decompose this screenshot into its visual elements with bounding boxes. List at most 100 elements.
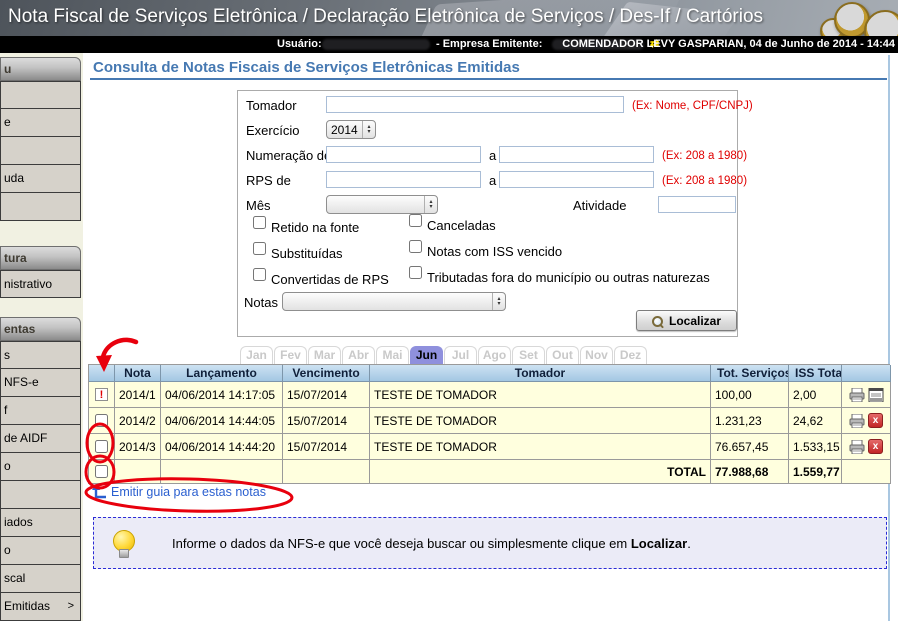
- convertidas-checkbox[interactable]: [253, 268, 266, 281]
- sidebar-item[interactable]: f: [0, 397, 81, 425]
- exercicio-select[interactable]: 2014 ▴▾: [326, 120, 376, 139]
- user-label: Usuário:: [277, 36, 322, 53]
- view-guia-icon[interactable]: [868, 388, 884, 402]
- row3-tot-servicos: 76.657,45: [711, 434, 789, 460]
- lightbulb-icon: [112, 530, 134, 556]
- tab-fev[interactable]: Fev: [274, 346, 307, 364]
- row3-lancamento: 04/06/2014 14:44:20: [161, 434, 283, 460]
- red-arrow-annotation: [103, 340, 136, 357]
- cancel-nota-icon[interactable]: x: [868, 439, 883, 454]
- tab-jan[interactable]: Jan: [240, 346, 273, 364]
- row1-actions: [842, 382, 891, 408]
- canceladas-checkbox[interactable]: [409, 214, 422, 227]
- tributadas-checkbox[interactable]: [409, 266, 422, 279]
- sidebar-item-nfse[interactable]: NFS-e: [0, 369, 81, 397]
- rps-de-input[interactable]: [326, 171, 481, 188]
- mes-label: Mês: [246, 198, 271, 213]
- row1-vencimento: 15/07/2014: [283, 382, 370, 408]
- tab-ago[interactable]: Ago: [478, 346, 511, 364]
- print-icon[interactable]: [849, 388, 865, 402]
- sidebar-item[interactable]: o: [0, 453, 81, 481]
- numeracao-label: Numeração de: [246, 148, 331, 163]
- tab-out[interactable]: Out: [546, 346, 579, 364]
- row2-select-checkbox[interactable]: [95, 414, 108, 427]
- row2-tomador: TESTE DE TOMADOR: [370, 408, 711, 434]
- numeracao-hint: (Ex: 208 a 1980): [662, 150, 747, 162]
- tab-jun-selected[interactable]: Jun: [410, 346, 443, 364]
- row1-tot-servicos: 100,00: [711, 382, 789, 408]
- select-all-checkbox[interactable]: [95, 465, 108, 478]
- status-bar: Usuário: - Empresa Emitente: ⇄ COMENDADO…: [0, 36, 898, 53]
- row3-iss-total: 1.533,15: [789, 434, 842, 460]
- tab-jul[interactable]: Jul: [444, 346, 477, 364]
- sidebar-item-administrativo[interactable]: nistrativo: [0, 270, 81, 298]
- sidebar-item-aidf[interactable]: de AIDF: [0, 425, 81, 453]
- retido-checkbox[interactable]: [253, 216, 266, 229]
- tab-dez[interactable]: Dez: [614, 346, 647, 364]
- substituidas-checkbox[interactable]: [253, 242, 266, 255]
- month-tabs: Jan Fev Mar Abr Mai Jun Jul Ago Set Out …: [240, 346, 647, 364]
- exercicio-value: 2014: [327, 123, 362, 137]
- row1-nota: 2014/1: [115, 382, 161, 408]
- sidebar-item-ajuda[interactable]: uda: [0, 165, 81, 193]
- sidebar-item-label: Emitidas: [4, 599, 50, 613]
- sidebar-item[interactable]: s: [0, 341, 81, 369]
- info-text-after: .: [687, 536, 691, 551]
- mes-select[interactable]: ▴▾: [326, 195, 438, 214]
- actions-column-header: [842, 365, 891, 382]
- info-text-before: Informe o dados da NFS-e que você deseja…: [172, 536, 631, 551]
- sidebar-item-emitidas[interactable]: Emitidas >: [0, 593, 81, 621]
- sidebar-section-ferramentas: entas: [0, 317, 81, 341]
- content-right-border: [888, 55, 890, 621]
- select-column-header: [89, 365, 115, 382]
- row3-select-checkbox[interactable]: [95, 440, 108, 453]
- submenu-caret-icon: >: [68, 593, 74, 619]
- tab-set[interactable]: Set: [512, 346, 545, 364]
- spinner-icon: ▴▾: [492, 293, 505, 310]
- spinner-icon: ▴▾: [424, 196, 437, 213]
- row2-lancamento: 04/06/2014 14:44:05: [161, 408, 283, 434]
- notas-label: Notas: [244, 295, 278, 310]
- tab-mai[interactable]: Mai: [376, 346, 409, 364]
- tomador-input[interactable]: [326, 96, 624, 113]
- col-header-tot-servicos: Tot. Serviços: [711, 365, 789, 382]
- cancel-nota-icon[interactable]: x: [868, 413, 883, 428]
- company-label: - Empresa Emitente:: [436, 36, 542, 53]
- total-empty: [161, 460, 283, 484]
- info-text: Informe o dados da NFS-e que você deseja…: [172, 536, 691, 551]
- rps-label: RPS de: [246, 173, 291, 188]
- print-icon[interactable]: [849, 414, 865, 428]
- tab-nov[interactable]: Nov: [580, 346, 613, 364]
- tab-mar[interactable]: Mar: [308, 346, 341, 364]
- row3-vencimento: 15/07/2014: [283, 434, 370, 460]
- sidebar-item[interactable]: [0, 81, 81, 109]
- numeracao-a-input[interactable]: [499, 146, 654, 163]
- convertidas-label: Convertidas de RPS: [271, 272, 389, 287]
- numeracao-de-input[interactable]: [326, 146, 481, 163]
- notas-table: Nota Lançamento Vencimento Tomador Tot. …: [88, 364, 890, 484]
- sidebar-item[interactable]: o: [0, 537, 81, 565]
- rps-a-input[interactable]: [499, 171, 654, 188]
- notas-select[interactable]: ▴▾: [282, 292, 506, 311]
- row2-actions: x: [842, 408, 891, 434]
- sidebar-item[interactable]: [0, 193, 81, 221]
- numeracao-range-sep: a: [489, 148, 496, 163]
- sidebar-item[interactable]: e: [0, 109, 81, 137]
- row1-flag-cell: !: [89, 382, 115, 408]
- emit-guia-link[interactable]: Emitir guia para estas notas: [111, 485, 266, 499]
- atividade-input[interactable]: [658, 196, 736, 213]
- sidebar-item[interactable]: iados: [0, 509, 81, 537]
- exercicio-label: Exercício: [246, 123, 299, 138]
- iss-vencido-checkbox[interactable]: [409, 240, 422, 253]
- sidebar-item[interactable]: [0, 481, 81, 509]
- sidebar-item[interactable]: [0, 137, 81, 165]
- magnifier-icon: [652, 316, 662, 326]
- rps-range-sep: a: [489, 173, 496, 188]
- sidebar-item-fiscal[interactable]: scal: [0, 565, 81, 593]
- tab-abr[interactable]: Abr: [342, 346, 375, 364]
- tomador-hint: (Ex: Nome, CPF/CNPJ): [632, 100, 753, 112]
- localizar-button[interactable]: Localizar: [636, 310, 737, 331]
- print-icon[interactable]: [849, 440, 865, 454]
- total-empty: [115, 460, 161, 484]
- col-header-nota: Nota: [115, 365, 161, 382]
